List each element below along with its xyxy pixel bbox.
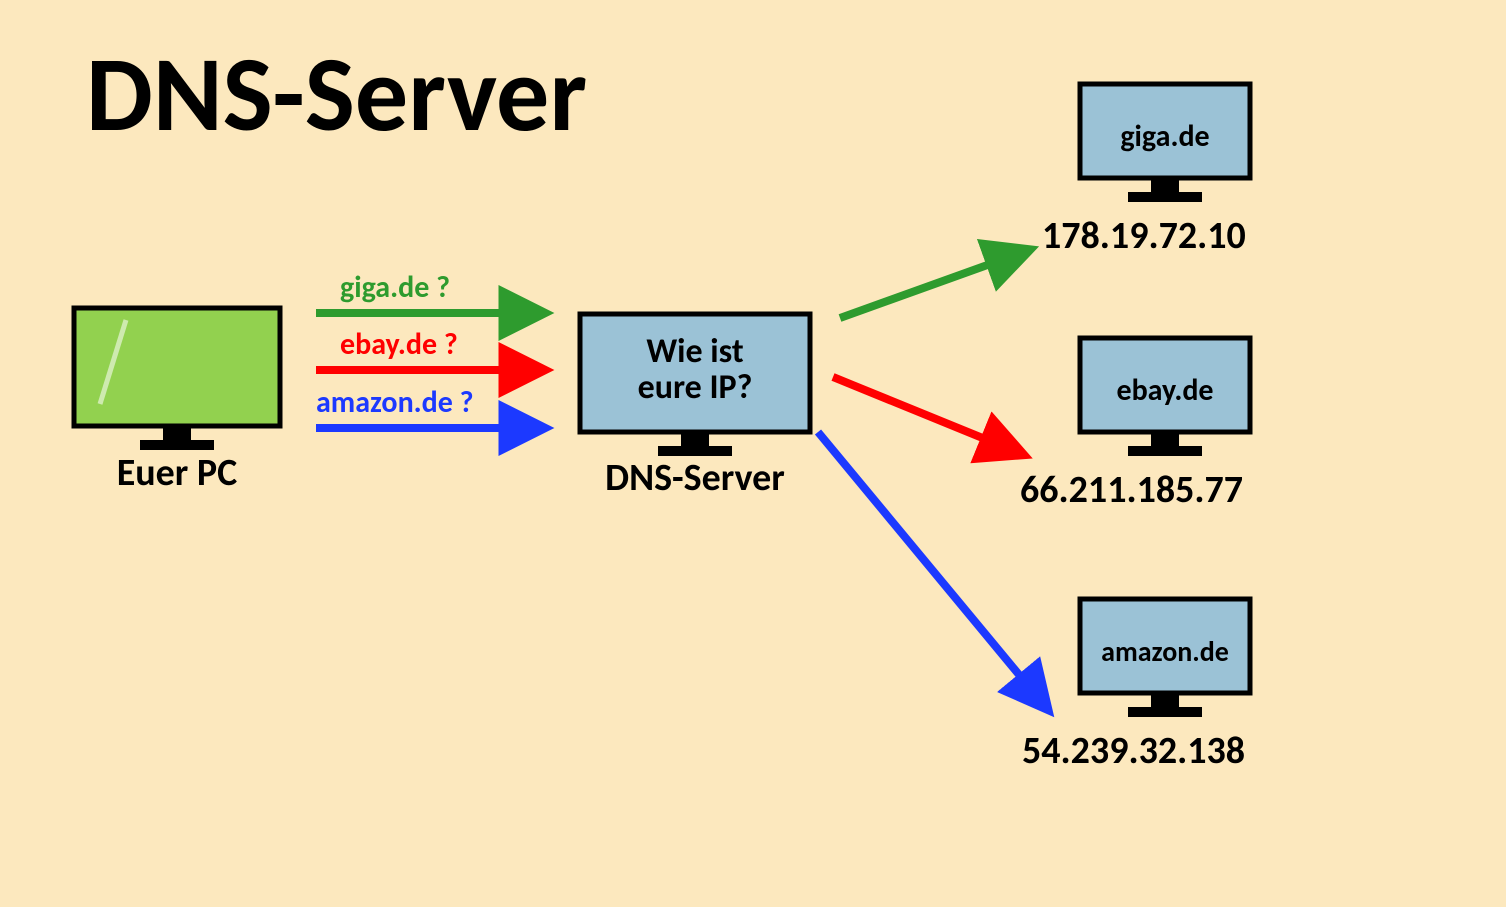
user-pc-icon bbox=[74, 308, 280, 450]
dns-server-icon: Wie ist eure IP? bbox=[580, 314, 810, 456]
server-ebay-domain: ebay.de bbox=[1116, 372, 1213, 409]
arrow-to-ebay bbox=[833, 377, 1012, 450]
server-amazon-icon: amazon.de bbox=[1080, 599, 1250, 717]
arrow-to-giga bbox=[840, 254, 1018, 318]
dns-screen-line2: eure IP? bbox=[638, 367, 753, 408]
query-giga-label: giga.de ? bbox=[340, 269, 450, 306]
server-giga-domain: giga.de bbox=[1120, 118, 1209, 155]
dns-screen-line1: Wie ist bbox=[646, 331, 743, 372]
arrow-to-amazon bbox=[818, 432, 1040, 700]
server-giga-ip: 178.19.72.10 bbox=[1042, 213, 1246, 259]
query-amazon-label: amazon.de ? bbox=[316, 384, 474, 421]
user-pc-label: Euer PC bbox=[74, 450, 280, 496]
server-ebay-ip: 66.211.185.77 bbox=[1020, 467, 1243, 513]
server-giga-icon: giga.de bbox=[1080, 84, 1250, 202]
server-amazon-domain: amazon.de bbox=[1101, 634, 1229, 669]
server-ebay-icon: ebay.de bbox=[1080, 338, 1250, 456]
server-amazon-ip: 54.239.32.138 bbox=[1022, 728, 1245, 774]
query-ebay-label: ebay.de ? bbox=[340, 326, 458, 363]
dns-server-label: DNS-Server bbox=[570, 455, 820, 501]
